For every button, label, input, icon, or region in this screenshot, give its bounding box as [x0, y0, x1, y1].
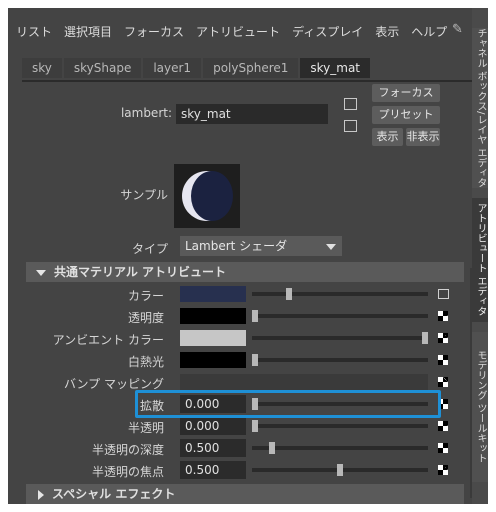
slider-handle[interactable]	[252, 310, 258, 322]
checker-map-icon[interactable]	[438, 377, 448, 387]
menu-display[interactable]: ディスプレイ	[292, 23, 363, 40]
tab-sky[interactable]: sky	[22, 58, 62, 78]
pin-icon[interactable]: ✎	[452, 22, 463, 37]
checker-map-icon[interactable]	[438, 355, 448, 365]
slider-track[interactable]	[252, 292, 428, 296]
checker-map-icon[interactable]	[438, 443, 448, 453]
slider-track[interactable]	[252, 424, 428, 428]
output-connection-icon[interactable]	[344, 120, 357, 132]
hide-button[interactable]: 非表示	[406, 128, 440, 146]
color-swatch[interactable]	[180, 330, 246, 346]
attribute-label: アンビエント カラー	[52, 333, 164, 347]
value-field[interactable]: 0.500	[180, 439, 246, 457]
slider-handle[interactable]	[422, 332, 428, 344]
slider-handle[interactable]	[269, 442, 275, 454]
slider-track[interactable]	[252, 358, 428, 362]
common-material-section-header[interactable]: 共通マテリアル アトリビュート	[26, 262, 464, 282]
color-swatch[interactable]	[180, 308, 246, 324]
menu-bar: リスト 選択項目 フォーカス アトリビュート ディスプレイ 表示 ヘルプ	[16, 20, 476, 42]
tab-layer1[interactable]: layer1	[143, 58, 202, 78]
checker-map-icon[interactable]	[438, 421, 448, 431]
material-sample-sphere	[182, 171, 233, 221]
color-swatch[interactable]	[180, 286, 246, 302]
sample-swatch	[174, 164, 240, 228]
value-field[interactable]: 0.000	[180, 417, 246, 435]
expand-right-icon[interactable]	[38, 489, 44, 500]
node-name-field[interactable]: sky_mat	[176, 104, 328, 124]
common-material-section-title: 共通マテリアル アトリビュート	[54, 265, 227, 279]
special-effects-section-header[interactable]: スペシャル エフェクト	[26, 484, 464, 504]
tab-divider	[22, 80, 476, 82]
checker-map-icon[interactable]	[438, 333, 448, 343]
node-tabs: sky skyShape layer1 polySphere1 sky_mat	[22, 58, 372, 80]
tab-skyshape[interactable]: skyShape	[63, 58, 142, 78]
menu-focus[interactable]: フォーカス	[124, 23, 184, 40]
attribute-label: 半透明	[127, 421, 164, 435]
tab-polysphere1[interactable]: polySphere1	[203, 58, 299, 78]
side-tab-modeling-toolkit[interactable]: モデリング ツールキット	[472, 332, 488, 482]
value-field[interactable]: 0.500	[180, 461, 246, 479]
attribute-label: 半透明の焦点	[91, 465, 164, 479]
attribute-label: 白熱光	[127, 355, 164, 369]
special-effects-section-title: スペシャル エフェクト	[52, 487, 176, 501]
diffuse-highlight-box	[135, 390, 441, 418]
preset-button[interactable]: プリセット	[372, 106, 440, 124]
menu-attributes[interactable]: アトリビュート	[196, 23, 280, 40]
tab-sky-mat[interactable]: sky_mat	[300, 58, 371, 78]
menu-selection[interactable]: 選択項目	[64, 23, 112, 40]
bump-map-field[interactable]	[180, 374, 428, 390]
checker-map-icon[interactable]	[438, 465, 448, 475]
attribute-label: 透明度	[127, 311, 164, 325]
slider-handle[interactable]	[286, 288, 292, 300]
menu-help[interactable]: ヘルプ	[411, 23, 447, 40]
attribute-label: 半透明の深度	[91, 443, 164, 457]
checker-map-icon[interactable]	[438, 311, 448, 321]
expand-down-icon[interactable]	[36, 269, 46, 276]
type-label: タイプ	[131, 242, 168, 256]
slider-handle[interactable]	[337, 464, 343, 476]
menu-show[interactable]: 表示	[375, 23, 399, 40]
chevron-down-icon[interactable]	[326, 244, 336, 250]
sample-label: サンプル	[120, 188, 168, 202]
color-swatch[interactable]	[180, 352, 246, 368]
attribute-label: カラー	[127, 289, 164, 303]
side-tab-channel-box[interactable]: チャネル ボックス/レイヤ エディタ	[472, 28, 488, 188]
slider-track[interactable]	[252, 446, 428, 450]
input-connection-icon[interactable]	[344, 98, 357, 110]
slider-handle[interactable]	[252, 354, 258, 366]
map-connection-icon[interactable]	[438, 289, 449, 299]
slider-track[interactable]	[252, 314, 428, 318]
focus-button[interactable]: フォーカス	[372, 84, 440, 102]
side-tab-attribute-editor[interactable]: アトリビュート エディタ	[472, 198, 488, 322]
slider-handle[interactable]	[252, 420, 258, 432]
type-dropdown[interactable]: Lambert シェーダ	[180, 236, 342, 256]
show-button[interactable]: 表示	[372, 128, 403, 146]
slider-track[interactable]	[252, 336, 428, 340]
attribute-editor-window: リスト 選択項目 フォーカス アトリビュート ディスプレイ 表示 ヘルプ ✎ s…	[8, 8, 488, 504]
menu-list[interactable]: リスト	[16, 23, 52, 40]
node-type-label: lambert:	[120, 106, 172, 120]
